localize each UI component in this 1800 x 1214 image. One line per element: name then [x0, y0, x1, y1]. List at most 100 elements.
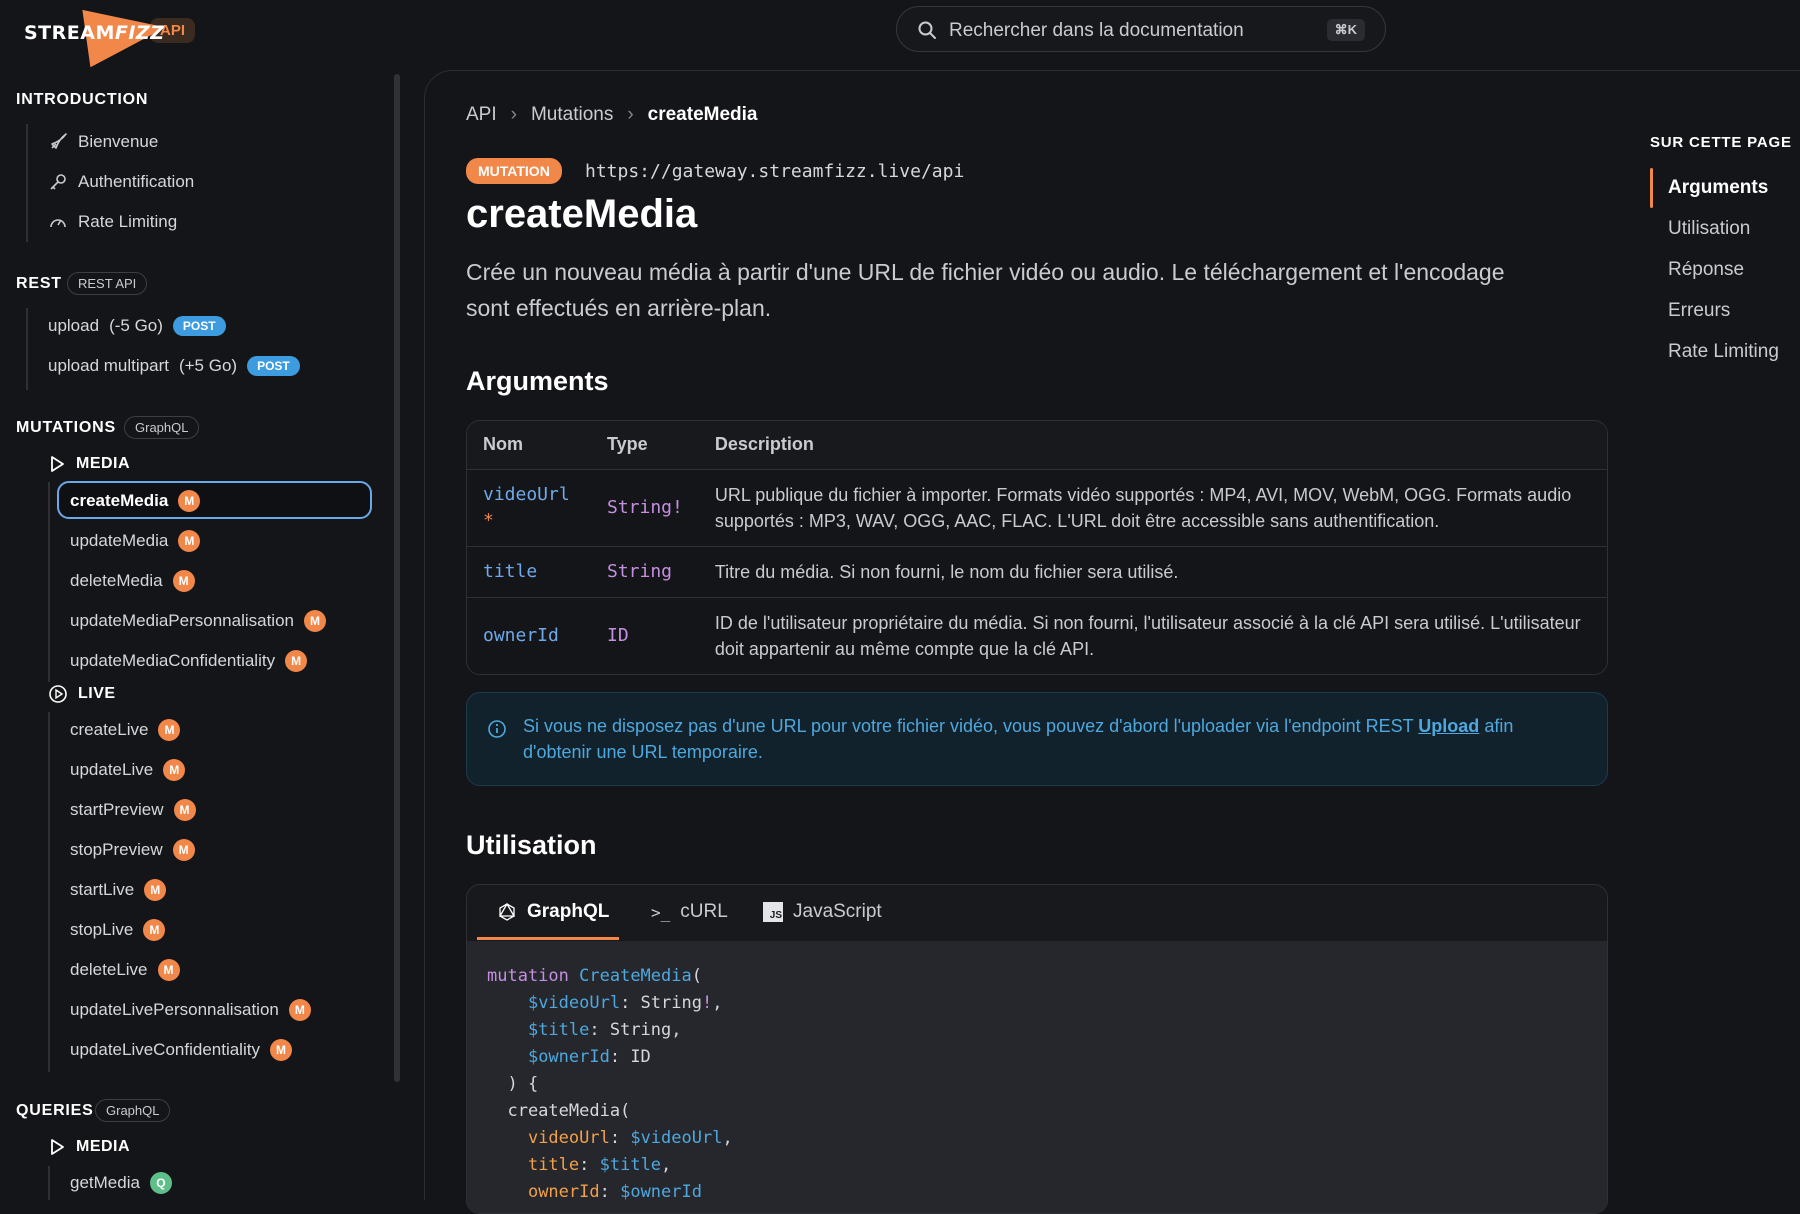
toc-active-indicator — [1650, 168, 1653, 208]
sidebar-item-deletelive[interactable]: deleteLive M — [70, 959, 180, 981]
mutation-badge: M — [269, 1039, 292, 1061]
table-row: title String Titre du média. Si non four… — [467, 545, 1607, 597]
arg-description: Titre du média. Si non fourni, le nom du… — [698, 545, 1607, 597]
upload-link[interactable]: Upload — [1418, 716, 1479, 736]
arg-name: title — [467, 545, 591, 597]
toc-item-rate-limiting[interactable]: Rate Limiting — [1668, 341, 1779, 363]
mutations-media-group[interactable]: MEDIA — [48, 455, 130, 473]
play-icon — [51, 456, 64, 472]
toc-title: SUR CETTE PAGE — [1650, 134, 1792, 151]
nav-guide-line — [26, 308, 28, 390]
page-title: createMedia — [466, 192, 698, 236]
section-queries: QUERIES — [16, 1102, 94, 1119]
column-header-description: Description — [698, 421, 1607, 469]
chevron-right-icon: › — [627, 104, 634, 125]
active-tab-indicator — [477, 937, 619, 940]
breadcrumb-mutations[interactable]: Mutations — [531, 104, 613, 126]
nav-guide-line — [48, 1166, 50, 1200]
arg-type: String! — [591, 468, 699, 546]
search-icon — [918, 21, 936, 39]
tab-graphql[interactable]: GraphQL — [497, 901, 609, 923]
mutation-badge: M — [288, 999, 311, 1021]
arguments-table: Nom Type Description videoUrl * String! U… — [466, 420, 1608, 675]
required-marker: * — [483, 509, 494, 531]
post-badge: POST — [247, 356, 300, 376]
breadcrumb: API › Mutations › createMedia — [466, 104, 758, 126]
column-header-type: Type — [591, 421, 699, 469]
arg-description: ID de l'utilisateur propriétaire du médi… — [698, 596, 1607, 674]
sidebar-item-createlive[interactable]: createLive M — [70, 719, 181, 741]
play-circle-icon — [49, 685, 67, 703]
sidebar-item-stoplive[interactable]: stopLive M — [70, 919, 166, 941]
breadcrumb-api[interactable]: API — [466, 104, 497, 126]
sidebar-item-upload-multipart[interactable]: upload multipart (+5 Go) POST — [48, 356, 300, 376]
key-icon — [50, 174, 66, 190]
sidebar-scrollbar[interactable] — [394, 74, 400, 1082]
toc-item-utilisation[interactable]: Utilisation — [1668, 218, 1750, 240]
tab-curl[interactable]: >_ cURL — [651, 901, 728, 923]
sidebar-item-startpreview[interactable]: startPreview M — [70, 799, 196, 821]
info-icon — [488, 720, 506, 738]
top-header: STREAMFIZZ API Rechercher dans la docume… — [0, 0, 1800, 68]
mutation-badge: M — [173, 799, 196, 821]
sidebar-item-updateliveconfidentiality[interactable]: updateLiveConfidentiality M — [70, 1039, 292, 1061]
arguments-heading: Arguments — [466, 366, 609, 396]
streamfizz-logo[interactable]: STREAMFIZZ — [24, 0, 170, 68]
page-description: Crée un nouveau média à partir d'une URL… — [466, 259, 1505, 321]
mutation-badge: M — [178, 530, 201, 552]
gauge-icon — [50, 219, 66, 228]
sidebar-item-updatelive[interactable]: updateLive M — [70, 759, 186, 781]
sidebar-item-updatemedia[interactable]: updateMedia M — [70, 530, 201, 552]
mutation-badge: M — [157, 959, 180, 981]
mutation-badge: M — [144, 879, 167, 901]
nav-guide-line — [48, 712, 50, 1072]
graphql-icon — [498, 902, 516, 921]
table-row: videoUrl * String! URL publique du fichie… — [467, 468, 1607, 546]
post-badge: POST — [172, 316, 226, 336]
mutation-badge: M — [285, 650, 308, 672]
mutation-badge: M — [304, 610, 326, 632]
sidebar-item-stoppreview[interactable]: stopPreview M — [70, 839, 195, 861]
sidebar-item-startlive[interactable]: startLive M — [70, 879, 167, 901]
code-tabs: GraphQL >_ cURL JS JavaScript — [467, 885, 1607, 941]
section-rest: REST — [16, 275, 62, 292]
search-bar[interactable]: Rechercher dans la documentation ⌘K — [896, 6, 1386, 52]
section-mutations: MUTATIONS — [16, 419, 116, 436]
mutation-badge: M — [158, 719, 181, 741]
sidebar-item-deletemedia[interactable]: deleteMedia M — [70, 570, 195, 592]
arg-name: ownerId — [467, 596, 591, 674]
info-callout: Si vous ne disposez pas d'une URL pour v… — [466, 692, 1608, 786]
graphql-pill: GraphQL — [95, 1099, 171, 1122]
query-badge: Q — [149, 1172, 172, 1194]
sidebar-item-authentification[interactable]: Authentification — [48, 172, 194, 192]
nav-guide-line — [26, 124, 28, 242]
queries-media-group[interactable]: MEDIA — [48, 1138, 130, 1156]
arg-type: String — [591, 545, 699, 597]
sidebar-item-updatelivepersonnalisation[interactable]: updateLivePersonnalisation M — [70, 999, 311, 1021]
toc-item-arguments[interactable]: Arguments — [1668, 177, 1768, 199]
mutation-badge: M — [163, 759, 186, 781]
sidebar-item-bienvenue[interactable]: Bienvenue — [48, 132, 158, 152]
mutation-badge: M — [172, 839, 195, 861]
usage-heading: Utilisation — [466, 830, 597, 860]
logo-text: STREAMFIZZ — [24, 22, 165, 44]
toc-item-erreurs[interactable]: Erreurs — [1668, 300, 1730, 322]
rocket-icon — [51, 133, 67, 149]
mutation-badge: M — [178, 490, 201, 512]
tab-javascript[interactable]: JS JavaScript — [763, 901, 882, 923]
javascript-icon: JS — [763, 902, 783, 922]
sidebar-item-updatemediapersonnalisation[interactable]: updateMediaPersonnalisation M — [70, 610, 326, 632]
sidebar-item-createmedia[interactable]: createMedia M — [70, 490, 201, 512]
rest-api-pill: REST API — [67, 272, 148, 295]
arg-name: videoUrl * — [467, 468, 591, 546]
arg-type: ID — [591, 596, 699, 674]
breadcrumb-current: createMedia — [647, 104, 758, 125]
sidebar-item-rate-limiting[interactable]: Rate Limiting — [48, 212, 177, 232]
sidebar-item-upload[interactable]: upload (-5 Go) POST — [48, 316, 226, 336]
toc-item-reponse[interactable]: Réponse — [1668, 259, 1744, 281]
mutations-live-group[interactable]: LIVE — [48, 684, 116, 704]
endpoint-url: https://gateway.streamfizz.live/api — [585, 161, 965, 182]
code-block: mutation CreateMedia( $videoUrl: String!… — [467, 941, 1607, 1213]
sidebar-item-getmedia[interactable]: getMedia Q — [70, 1172, 172, 1194]
sidebar-item-updatemediaconfidentiality[interactable]: updateMediaConfidentiality M — [70, 650, 308, 672]
